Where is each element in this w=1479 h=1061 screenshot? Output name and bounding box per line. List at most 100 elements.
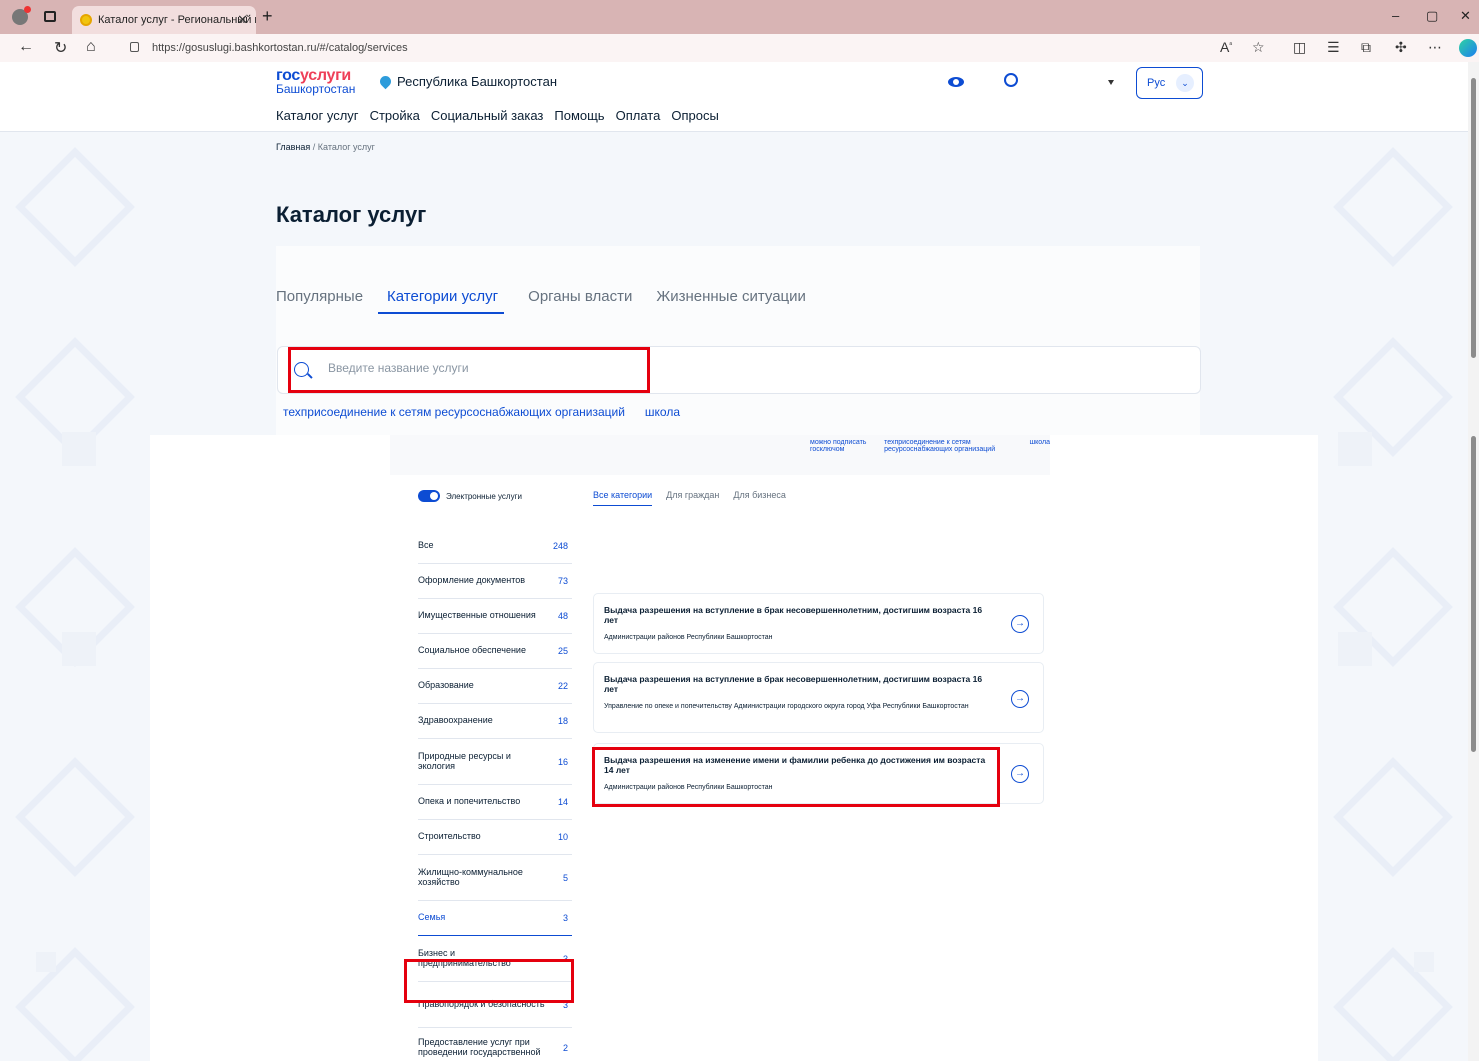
site-favicon-icon (80, 14, 92, 26)
back-icon[interactable]: ← (18, 38, 34, 56)
service-card[interactable]: Выдача разрешения на вступление в брак н… (593, 662, 1044, 733)
nav-surveys[interactable]: Опросы (671, 108, 718, 123)
breadcrumb-separator: / (310, 142, 318, 152)
quick-link-school-small[interactable]: школа (1030, 439, 1050, 453)
dropdown-caret-icon[interactable] (1108, 80, 1114, 85)
nav-payment[interactable]: Оплата (616, 108, 661, 123)
category-item[interactable]: Имущественные отношения 48 (418, 599, 572, 634)
search-highlight-frame (288, 347, 650, 393)
browser-tab[interactable]: Каталог услуг - Региональный п ✕ (72, 6, 256, 34)
quick-links: техприсоединение к сетям ресурсоснабжающ… (283, 405, 680, 419)
more-icon[interactable]: ⋯ (1428, 39, 1442, 56)
category-count: 2 (562, 1043, 568, 1053)
read-aloud-icon[interactable]: Aᵃ (1220, 39, 1232, 55)
region-selector[interactable]: Республика Башкортостан (377, 73, 557, 90)
results-chips-bar: можно подписать госключом техприсоединен… (390, 435, 1050, 475)
category-count: 48 (557, 611, 568, 621)
category-item-family[interactable]: Семья 3 (418, 901, 572, 936)
breadcrumb: Главная / Каталог услуг (276, 142, 375, 152)
arrow-right-icon[interactable]: → (1011, 690, 1029, 708)
category-name: Природные ресурсы и экология (418, 750, 511, 771)
service-card[interactable]: Выдача разрешения на вступление в брак н… (593, 593, 1044, 654)
maximize-button[interactable]: ▢ (1426, 8, 1438, 24)
category-count: 248 (552, 541, 568, 551)
collections-icon[interactable]: ⧉ (1361, 39, 1371, 56)
service-org: Управление по опеке и попечительству Адм… (604, 703, 969, 710)
new-tab-button[interactable]: + (262, 6, 273, 27)
home-icon[interactable]: ⌂ (86, 38, 96, 56)
category-item[interactable]: Опека и попечительство 14 (418, 785, 572, 820)
language-label: Рус (1147, 77, 1166, 89)
tab-close-icon[interactable]: ✕ (237, 6, 248, 34)
category-count: 18 (557, 716, 568, 726)
language-button[interactable]: Рус ⌄ (1136, 67, 1203, 99)
tab-citizens[interactable]: Для граждан (666, 490, 719, 506)
category-name: Все (418, 540, 434, 551)
category-item[interactable]: Здравоохранение 18 (418, 704, 572, 739)
category-item[interactable]: Строительство 10 (418, 820, 572, 855)
main-nav: Каталог услуг Стройка Социальный заказ П… (276, 108, 719, 123)
nav-help[interactable]: Помощь (554, 108, 604, 123)
favorite-star-icon[interactable]: ☆ (1252, 39, 1265, 56)
category-name: Имущественные отношения (418, 610, 536, 621)
url-field[interactable]: https://gosuslugi.bashkortostan.ru/#/cat… (118, 36, 1268, 60)
category-name: Жилищно-коммунальное хозяйство (418, 866, 523, 887)
profile-icon[interactable] (12, 6, 31, 25)
minimize-button[interactable]: – (1392, 8, 1399, 23)
user-profile-icon[interactable] (1004, 73, 1018, 87)
category-count: 73 (557, 576, 568, 586)
category-item[interactable]: Все 248 (418, 529, 572, 564)
tab-authorities[interactable]: Органы власти (528, 288, 632, 314)
nav-social-order[interactable]: Социальный заказ (431, 108, 544, 123)
quick-link-school[interactable]: школа (645, 405, 680, 419)
category-item[interactable]: Оформление документов 73 (418, 564, 572, 599)
scrollbar-thumb-lower[interactable] (1471, 436, 1476, 752)
copilot-icon[interactable] (1459, 39, 1477, 57)
split-screen-icon[interactable]: ◫ (1293, 39, 1306, 56)
category-count: 3 (562, 913, 568, 923)
toggle-label: Электронные услуги (446, 492, 522, 501)
electronic-services-toggle[interactable] (418, 490, 440, 502)
extensions-icon[interactable]: ✣ (1395, 39, 1407, 56)
close-window-button[interactable]: ✕ (1460, 8, 1471, 24)
category-item[interactable]: Предоставление услуг при проведении госу… (418, 1028, 572, 1061)
category-name: Опека и попечительство (418, 796, 521, 807)
nav-catalog[interactable]: Каталог услуг (276, 108, 359, 123)
tab-business[interactable]: Для бизнеса (733, 490, 786, 506)
tab-title: Каталог услуг - Региональный п (98, 14, 256, 26)
category-item[interactable]: Образование 22 (418, 669, 572, 704)
arrow-right-icon[interactable]: → (1011, 765, 1029, 783)
service-org: Администрации районов Республики Башкорт… (604, 634, 773, 641)
favorites-icon[interactable]: ☰ (1327, 39, 1340, 56)
quick-link-goskey[interactable]: можно подписать госключом (810, 439, 872, 453)
category-name: Социальное обеспечение (418, 645, 526, 656)
category-count: 10 (557, 832, 568, 842)
site-info-icon[interactable] (130, 42, 139, 52)
category-item[interactable]: Природные ресурсы и экология 16 (418, 739, 572, 785)
category-item[interactable]: Жилищно-коммунальное хозяйство 5 (418, 855, 572, 901)
page-scrollbar[interactable] (1468, 62, 1479, 1061)
arrow-right-icon[interactable]: → (1011, 615, 1029, 633)
category-count: 16 (557, 756, 568, 767)
gosuslugi-logo[interactable]: госуслуги Башкортостан (276, 68, 356, 96)
quick-link-tech-connection-small[interactable]: техприсоединение к сетям ресурсоснабжающ… (884, 439, 1017, 453)
family-highlight-frame (404, 959, 574, 1003)
tab-popular[interactable]: Популярные (276, 288, 363, 314)
category-name: Оформление документов (418, 575, 526, 586)
nav-construction[interactable]: Стройка (370, 108, 420, 123)
tab-actions-icon[interactable] (44, 11, 56, 22)
category-name: Строительство (418, 831, 481, 842)
service-title: Выдача разрешения на вступление в брак н… (604, 605, 983, 625)
catalog-tabs: Популярные Категории услуг Органы власти… (276, 288, 806, 314)
refresh-icon[interactable]: ↻ (54, 38, 67, 58)
logo-sub-text: Башкортостан (276, 82, 356, 96)
category-item[interactable]: Социальное обеспечение 25 (418, 634, 572, 669)
quick-link-tech-connection[interactable]: техприсоединение к сетям ресурсоснабжающ… (283, 405, 625, 419)
tab-categories[interactable]: Категории услуг (378, 288, 505, 314)
scrollbar-thumb-upper[interactable] (1471, 78, 1476, 358)
tab-all-categories[interactable]: Все категории (593, 490, 653, 506)
tab-life-situations[interactable]: Жизненные ситуации (656, 288, 806, 314)
category-count: 25 (557, 646, 568, 656)
accessibility-eye-icon[interactable] (948, 77, 964, 87)
breadcrumb-home[interactable]: Главная (276, 142, 310, 152)
